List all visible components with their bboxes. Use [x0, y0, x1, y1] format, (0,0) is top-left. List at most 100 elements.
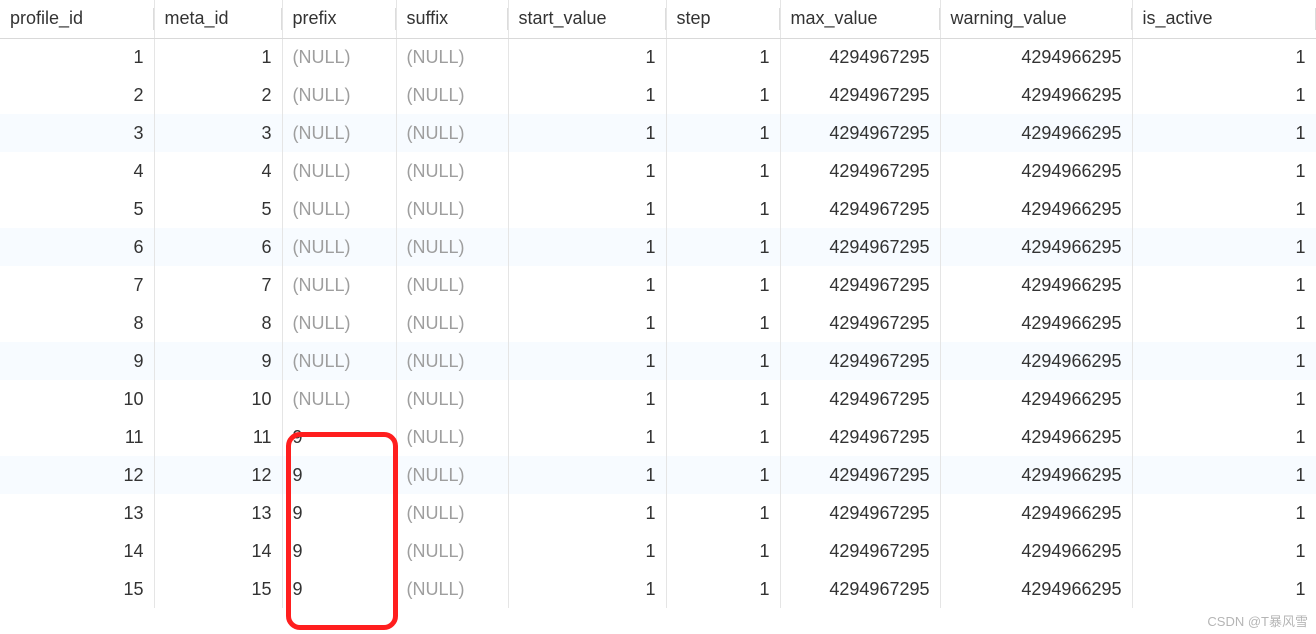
- cell-suffix[interactable]: (NULL): [396, 152, 508, 190]
- cell-step[interactable]: 1: [666, 304, 780, 342]
- cell-prefix[interactable]: (NULL): [282, 38, 396, 76]
- cell-prefix[interactable]: (NULL): [282, 190, 396, 228]
- cell-start_value[interactable]: 1: [508, 456, 666, 494]
- cell-profile_id[interactable]: 10: [0, 380, 154, 418]
- cell-max_value[interactable]: 4294967295: [780, 380, 940, 418]
- cell-prefix[interactable]: (NULL): [282, 76, 396, 114]
- cell-is_active[interactable]: 1: [1132, 532, 1316, 570]
- cell-meta_id[interactable]: 8: [154, 304, 282, 342]
- cell-start_value[interactable]: 1: [508, 38, 666, 76]
- cell-suffix[interactable]: (NULL): [396, 38, 508, 76]
- cell-step[interactable]: 1: [666, 228, 780, 266]
- cell-is_active[interactable]: 1: [1132, 342, 1316, 380]
- cell-start_value[interactable]: 1: [508, 266, 666, 304]
- table-row[interactable]: 88(NULL)(NULL)11429496729542949662951: [0, 304, 1316, 342]
- cell-max_value[interactable]: 4294967295: [780, 342, 940, 380]
- table-row[interactable]: 66(NULL)(NULL)11429496729542949662951: [0, 228, 1316, 266]
- cell-max_value[interactable]: 4294967295: [780, 494, 940, 532]
- cell-is_active[interactable]: 1: [1132, 570, 1316, 608]
- cell-max_value[interactable]: 4294967295: [780, 114, 940, 152]
- cell-meta_id[interactable]: 7: [154, 266, 282, 304]
- cell-warning_value[interactable]: 4294966295: [940, 76, 1132, 114]
- cell-prefix[interactable]: (NULL): [282, 152, 396, 190]
- cell-start_value[interactable]: 1: [508, 494, 666, 532]
- cell-profile_id[interactable]: 5: [0, 190, 154, 228]
- cell-meta_id[interactable]: 1: [154, 38, 282, 76]
- cell-suffix[interactable]: (NULL): [396, 418, 508, 456]
- cell-profile_id[interactable]: 3: [0, 114, 154, 152]
- column-header-prefix[interactable]: prefix: [282, 0, 396, 38]
- cell-suffix[interactable]: (NULL): [396, 190, 508, 228]
- cell-start_value[interactable]: 1: [508, 190, 666, 228]
- cell-step[interactable]: 1: [666, 380, 780, 418]
- table-row[interactable]: 11119(NULL)11429496729542949662951: [0, 418, 1316, 456]
- cell-warning_value[interactable]: 4294966295: [940, 38, 1132, 76]
- cell-is_active[interactable]: 1: [1132, 190, 1316, 228]
- column-header-start_value[interactable]: start_value: [508, 0, 666, 38]
- cell-profile_id[interactable]: 13: [0, 494, 154, 532]
- table-row[interactable]: 55(NULL)(NULL)11429496729542949662951: [0, 190, 1316, 228]
- table-row[interactable]: 13139(NULL)11429496729542949662951: [0, 494, 1316, 532]
- table-row[interactable]: 1010(NULL)(NULL)11429496729542949662951: [0, 380, 1316, 418]
- cell-is_active[interactable]: 1: [1132, 228, 1316, 266]
- cell-profile_id[interactable]: 11: [0, 418, 154, 456]
- cell-is_active[interactable]: 1: [1132, 266, 1316, 304]
- cell-profile_id[interactable]: 2: [0, 76, 154, 114]
- table-row[interactable]: 22(NULL)(NULL)11429496729542949662951: [0, 76, 1316, 114]
- column-header-meta_id[interactable]: meta_id: [154, 0, 282, 38]
- cell-meta_id[interactable]: 11: [154, 418, 282, 456]
- column-header-max_value[interactable]: max_value: [780, 0, 940, 38]
- cell-profile_id[interactable]: 8: [0, 304, 154, 342]
- cell-is_active[interactable]: 1: [1132, 418, 1316, 456]
- cell-prefix[interactable]: (NULL): [282, 228, 396, 266]
- cell-max_value[interactable]: 4294967295: [780, 76, 940, 114]
- cell-profile_id[interactable]: 7: [0, 266, 154, 304]
- cell-profile_id[interactable]: 14: [0, 532, 154, 570]
- cell-step[interactable]: 1: [666, 570, 780, 608]
- table-row[interactable]: 12129(NULL)11429496729542949662951: [0, 456, 1316, 494]
- table-row[interactable]: 15159(NULL)11429496729542949662951: [0, 570, 1316, 608]
- cell-suffix[interactable]: (NULL): [396, 380, 508, 418]
- cell-step[interactable]: 1: [666, 532, 780, 570]
- cell-max_value[interactable]: 4294967295: [780, 266, 940, 304]
- data-table[interactable]: profile_idmeta_idprefixsuffixstart_value…: [0, 0, 1316, 608]
- cell-start_value[interactable]: 1: [508, 418, 666, 456]
- cell-profile_id[interactable]: 9: [0, 342, 154, 380]
- cell-profile_id[interactable]: 12: [0, 456, 154, 494]
- cell-is_active[interactable]: 1: [1132, 76, 1316, 114]
- cell-step[interactable]: 1: [666, 114, 780, 152]
- cell-meta_id[interactable]: 5: [154, 190, 282, 228]
- cell-max_value[interactable]: 4294967295: [780, 228, 940, 266]
- cell-suffix[interactable]: (NULL): [396, 532, 508, 570]
- cell-profile_id[interactable]: 6: [0, 228, 154, 266]
- cell-suffix[interactable]: (NULL): [396, 494, 508, 532]
- cell-warning_value[interactable]: 4294966295: [940, 266, 1132, 304]
- cell-prefix[interactable]: (NULL): [282, 342, 396, 380]
- cell-meta_id[interactable]: 10: [154, 380, 282, 418]
- cell-meta_id[interactable]: 15: [154, 570, 282, 608]
- table-row[interactable]: 14149(NULL)11429496729542949662951: [0, 532, 1316, 570]
- cell-start_value[interactable]: 1: [508, 532, 666, 570]
- column-header-step[interactable]: step: [666, 0, 780, 38]
- cell-warning_value[interactable]: 4294966295: [940, 304, 1132, 342]
- cell-suffix[interactable]: (NULL): [396, 76, 508, 114]
- cell-step[interactable]: 1: [666, 76, 780, 114]
- column-header-is_active[interactable]: is_active: [1132, 0, 1316, 38]
- cell-suffix[interactable]: (NULL): [396, 114, 508, 152]
- cell-meta_id[interactable]: 3: [154, 114, 282, 152]
- cell-warning_value[interactable]: 4294966295: [940, 456, 1132, 494]
- cell-start_value[interactable]: 1: [508, 114, 666, 152]
- cell-is_active[interactable]: 1: [1132, 304, 1316, 342]
- cell-start_value[interactable]: 1: [508, 152, 666, 190]
- cell-prefix[interactable]: 9: [282, 456, 396, 494]
- cell-suffix[interactable]: (NULL): [396, 266, 508, 304]
- cell-start_value[interactable]: 1: [508, 304, 666, 342]
- cell-profile_id[interactable]: 15: [0, 570, 154, 608]
- cell-prefix[interactable]: (NULL): [282, 304, 396, 342]
- cell-warning_value[interactable]: 4294966295: [940, 342, 1132, 380]
- cell-meta_id[interactable]: 14: [154, 532, 282, 570]
- cell-meta_id[interactable]: 13: [154, 494, 282, 532]
- cell-warning_value[interactable]: 4294966295: [940, 532, 1132, 570]
- cell-meta_id[interactable]: 6: [154, 228, 282, 266]
- cell-warning_value[interactable]: 4294966295: [940, 152, 1132, 190]
